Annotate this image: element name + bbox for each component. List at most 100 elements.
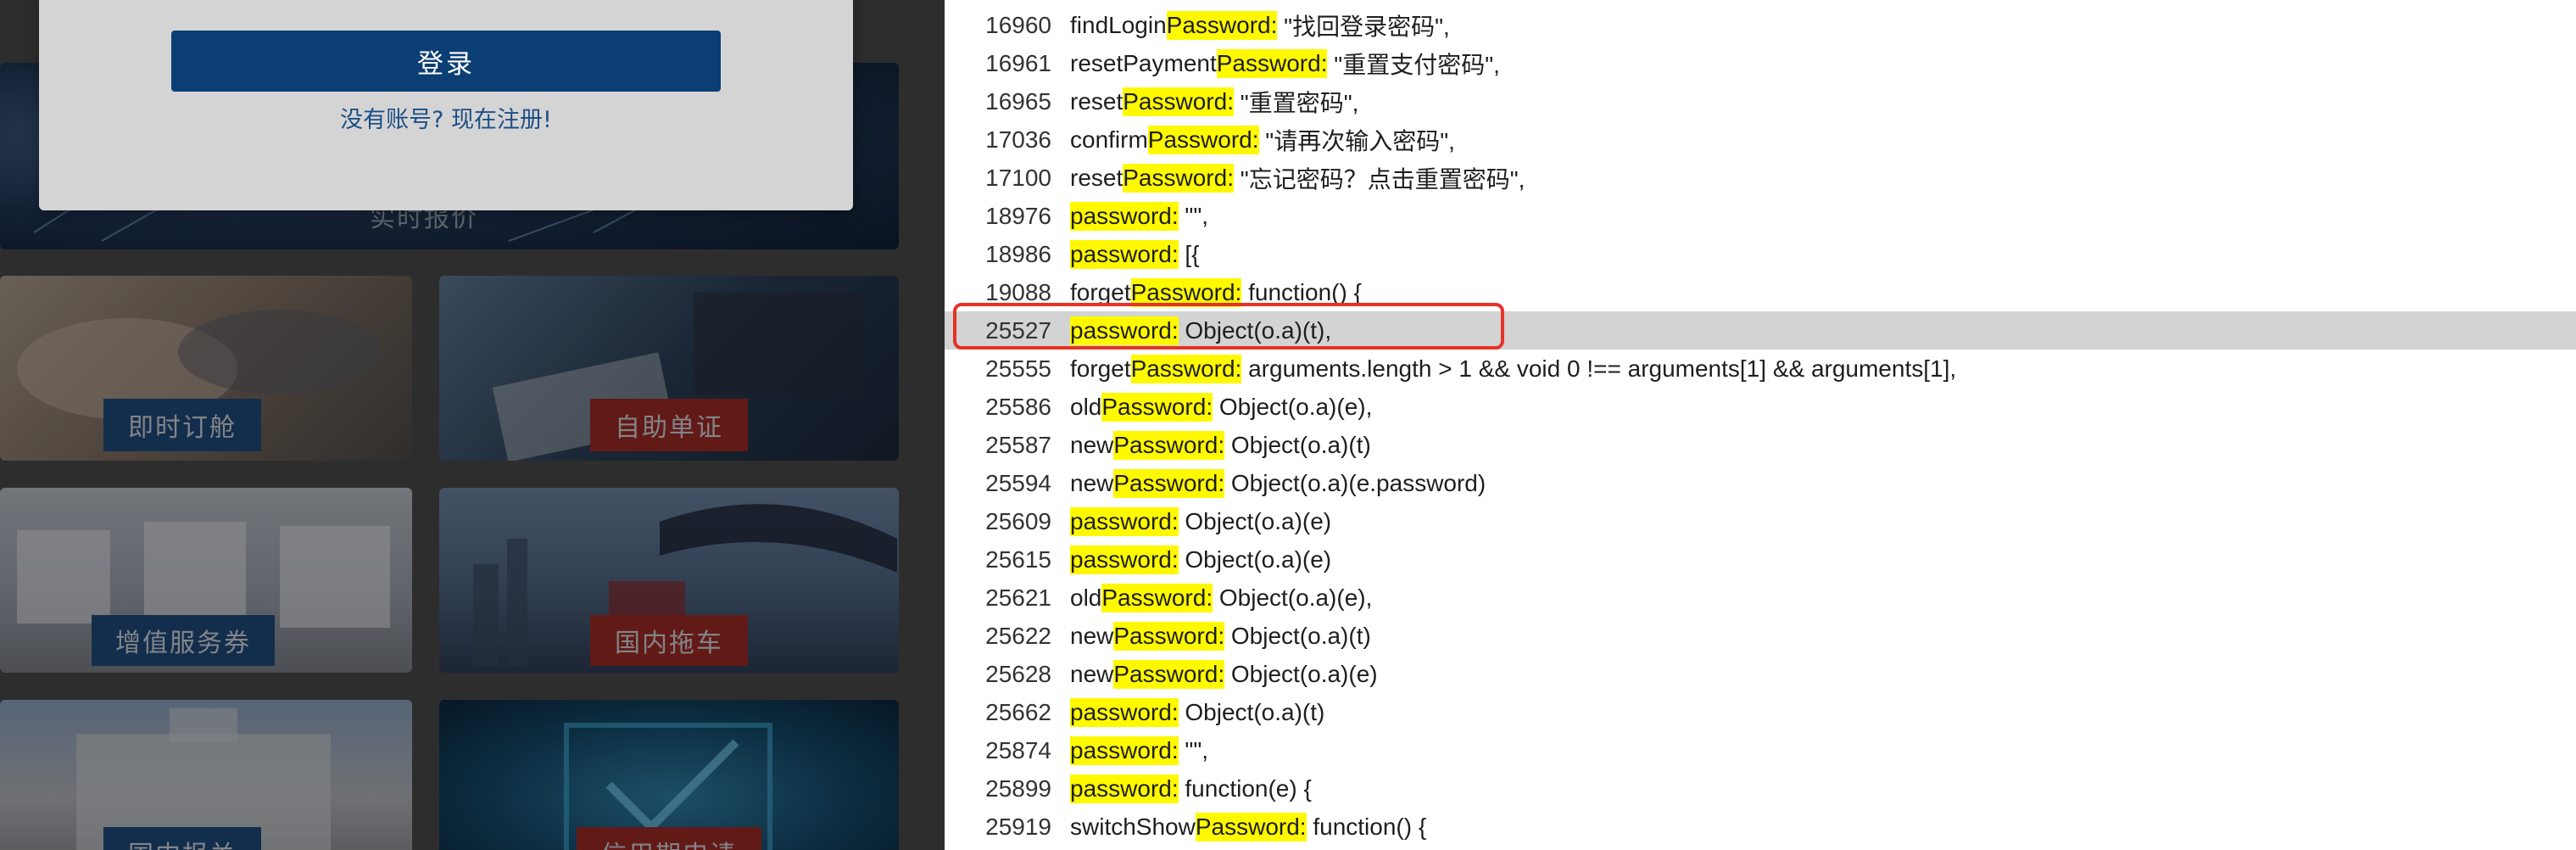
code-rest: Object(o.a)(e) [1178,507,1332,534]
code-prefix: confirm [1070,126,1148,153]
match-highlight: password: [1070,239,1179,269]
code-rest: function() { [1241,278,1362,305]
register-link[interactable]: 没有账号? 现在注册! [171,100,721,134]
code-snippet: resetPayment Password: "重置支付密码", [1070,47,1500,81]
match-highlight: Password: [1113,621,1225,651]
code-prefix: forget [1070,355,1131,382]
search-result-row[interactable]: 25622 new Password: Object(o.a)(t) [945,617,2576,655]
code-snippet: password: [{ [1070,239,1200,269]
code-prefix: new [1070,469,1114,496]
login-button[interactable]: 登录 [171,31,721,92]
code-rest: Object(o.a)(t) [1178,698,1325,725]
match-highlight: Password: [1101,392,1213,422]
code-prefix: new [1070,622,1114,649]
search-result-row[interactable]: 25555 forget Password: arguments.length > … [945,350,2576,388]
line-number: 25594 [985,469,1051,496]
code-prefix: new [1070,660,1114,687]
match-highlight: Password: [1113,468,1225,498]
search-result-row[interactable]: 17100 reset Password: "忘记密码？点击重置密码", [945,159,2576,197]
search-result-row[interactable]: 18976 password: "", [945,197,2576,235]
match-highlight: Password: [1130,354,1242,383]
search-result-row[interactable]: 17036 confirm Password: "请再次输入密码", [945,120,2576,159]
code-snippet: switchShow Password: function() { [1070,812,1426,842]
search-result-row[interactable]: 16965 reset Password: "重置密码", [945,82,2576,120]
code-rest: Object(o.a)(e) [1224,660,1378,687]
code-prefix: new [1070,431,1114,458]
code-prefix: old [1070,393,1102,420]
code-prefix: switchShow [1070,813,1196,840]
search-result-row[interactable]: 25662 password: Object(o.a)(t) [945,693,2576,731]
match-highlight: Password: [1216,48,1328,78]
code-snippet: new Password: Object(o.a)(e) [1070,659,1378,689]
line-number: 17036 [985,126,1051,153]
web-page-background: 实时报价 即时订舱 自助单证 增值服务券 国内拖车 登录 没有账号? 现在注册! [0,0,945,850]
line-number: 16960 [985,11,1051,38]
search-results-list: 16960 findLogin Password: "找回登录密码", 16961 re… [945,6,2576,846]
code-rest: "", [1178,736,1209,763]
code-prefix: forget [1070,278,1131,305]
code-rest: arguments.length > 1 && void 0 !== argum… [1241,355,1957,382]
line-number: 25874 [985,736,1051,763]
code-snippet: password: Object(o.a)(e) [1070,545,1331,574]
search-results-pane: 16960 findLogin Password: "找回登录密码", 16961 re… [945,0,2576,850]
search-result-row[interactable]: 25628 new Password: Object(o.a)(e) [945,655,2576,693]
line-number: 16961 [985,49,1051,76]
code-snippet: password: Object(o.a)(t) [1070,697,1325,727]
code-rest: Object(o.a)(t) [1224,431,1371,458]
code-prefix: reset [1070,87,1124,115]
line-number: 25555 [985,355,1051,382]
match-highlight: Password: [1101,583,1213,612]
match-highlight: Password: [1113,659,1225,689]
line-number: 25587 [985,431,1051,458]
match-highlight: Password: [1123,87,1234,116]
code-snippet: password: "", [1070,735,1209,765]
code-snippet: password: function(e) { [1070,774,1312,803]
search-result-row[interactable]: 25609 password: Object(o.a)(e) [945,502,2576,540]
search-result-row[interactable]: 25874 password: "", [945,731,2576,769]
line-number: 25621 [985,584,1051,611]
match-highlight: Password: [1147,125,1259,154]
code-rest: "忘记密码？点击重置密码", [1233,165,1525,193]
line-number: 18986 [985,240,1051,267]
search-result-row[interactable]: 25621 old Password: Object(o.a)(e), [945,579,2576,617]
code-rest: [{ [1178,240,1200,267]
code-snippet: findLogin Password: "找回登录密码", [1070,8,1450,42]
search-result-row[interactable]: 16960 findLogin Password: "找回登录密码", [945,6,2576,44]
code-prefix: reset [1070,164,1124,191]
code-rest: "重置密码", [1233,89,1359,116]
match-highlight: Password: [1123,163,1234,193]
search-result-row[interactable]: 25899 password: function(e) { [945,769,2576,808]
line-number: 25615 [985,545,1051,573]
code-rest: Object(o.a)(e.password) [1224,469,1486,496]
search-result-row[interactable]: 25615 password: Object(o.a)(e) [945,540,2576,579]
line-number: 25622 [985,622,1051,649]
code-rest: function(e) { [1178,775,1312,802]
code-rest: "重置支付密码", [1327,51,1500,78]
search-result-row[interactable]: 25594 new Password: Object(o.a)(e.password… [945,464,2576,502]
line-number: 17100 [985,164,1051,191]
search-result-row[interactable]: 25587 new Password: Object(o.a)(t) [945,426,2576,464]
code-prefix: old [1070,584,1102,611]
code-rest: "", [1178,202,1209,229]
code-rest: Object(o.a)(e), [1213,584,1373,611]
match-highlight: password: [1070,774,1179,803]
search-result-row[interactable]: 25586 old Password: Object(o.a)(e), [945,388,2576,426]
code-rest: Object(o.a)(e), [1213,393,1373,420]
code-snippet: forget Password: arguments.length > 1 && … [1070,354,1957,383]
code-rest: Object(o.a)(t) [1224,622,1371,649]
line-number: 25899 [985,775,1051,802]
code-snippet: password: Object(o.a)(e) [1070,506,1332,536]
code-snippet: confirm Password: "请再次输入密码", [1070,123,1455,157]
search-result-row[interactable]: 16961 resetPayment Password: "重置支付密码", [945,44,2576,82]
line-number: 25586 [985,393,1051,420]
code-prefix: resetPayment [1070,49,1217,76]
match-highlight: password: [1070,506,1179,536]
login-modal: 登录 没有账号? 现在注册! [39,0,853,210]
code-snippet: new Password: Object(o.a)(e.password) [1070,468,1486,498]
line-number: 16965 [985,87,1051,115]
match-highlight: password: [1070,697,1179,727]
search-result-row[interactable]: 25919 switchShow Password: function() { [945,808,2576,846]
code-snippet: old Password: Object(o.a)(e), [1070,583,1373,612]
line-number: 19088 [985,278,1051,305]
search-result-row[interactable]: 18986 password: [{ [945,235,2576,273]
